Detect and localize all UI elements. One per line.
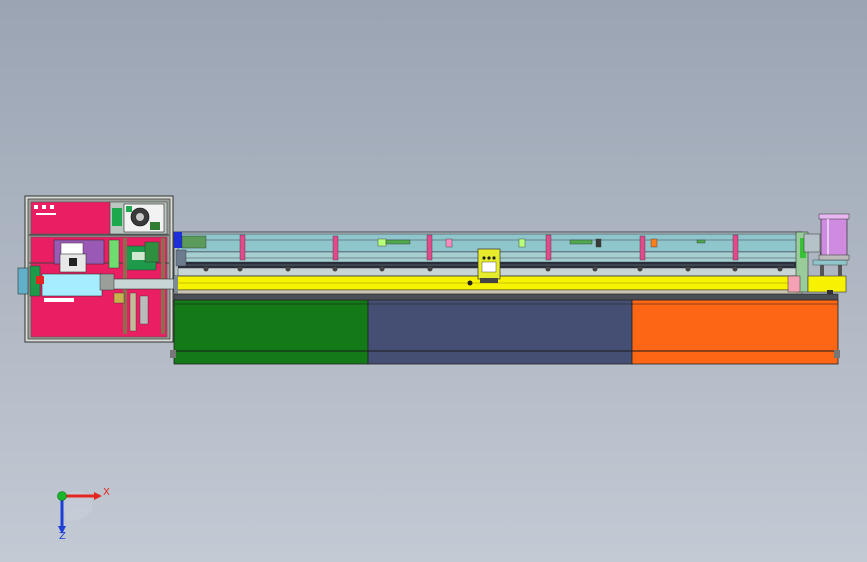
control-cabinet[interactable] xyxy=(17,195,175,343)
machine-model-view[interactable] xyxy=(0,0,867,562)
coordinate-triad xyxy=(57,491,102,534)
x-axis-label: X xyxy=(103,487,110,498)
pneumatic-cylinder[interactable] xyxy=(818,213,850,261)
base-panels[interactable] xyxy=(170,293,840,365)
cad-viewport[interactable]: X Z xyxy=(0,0,867,562)
z-axis-label: Z xyxy=(59,531,66,542)
